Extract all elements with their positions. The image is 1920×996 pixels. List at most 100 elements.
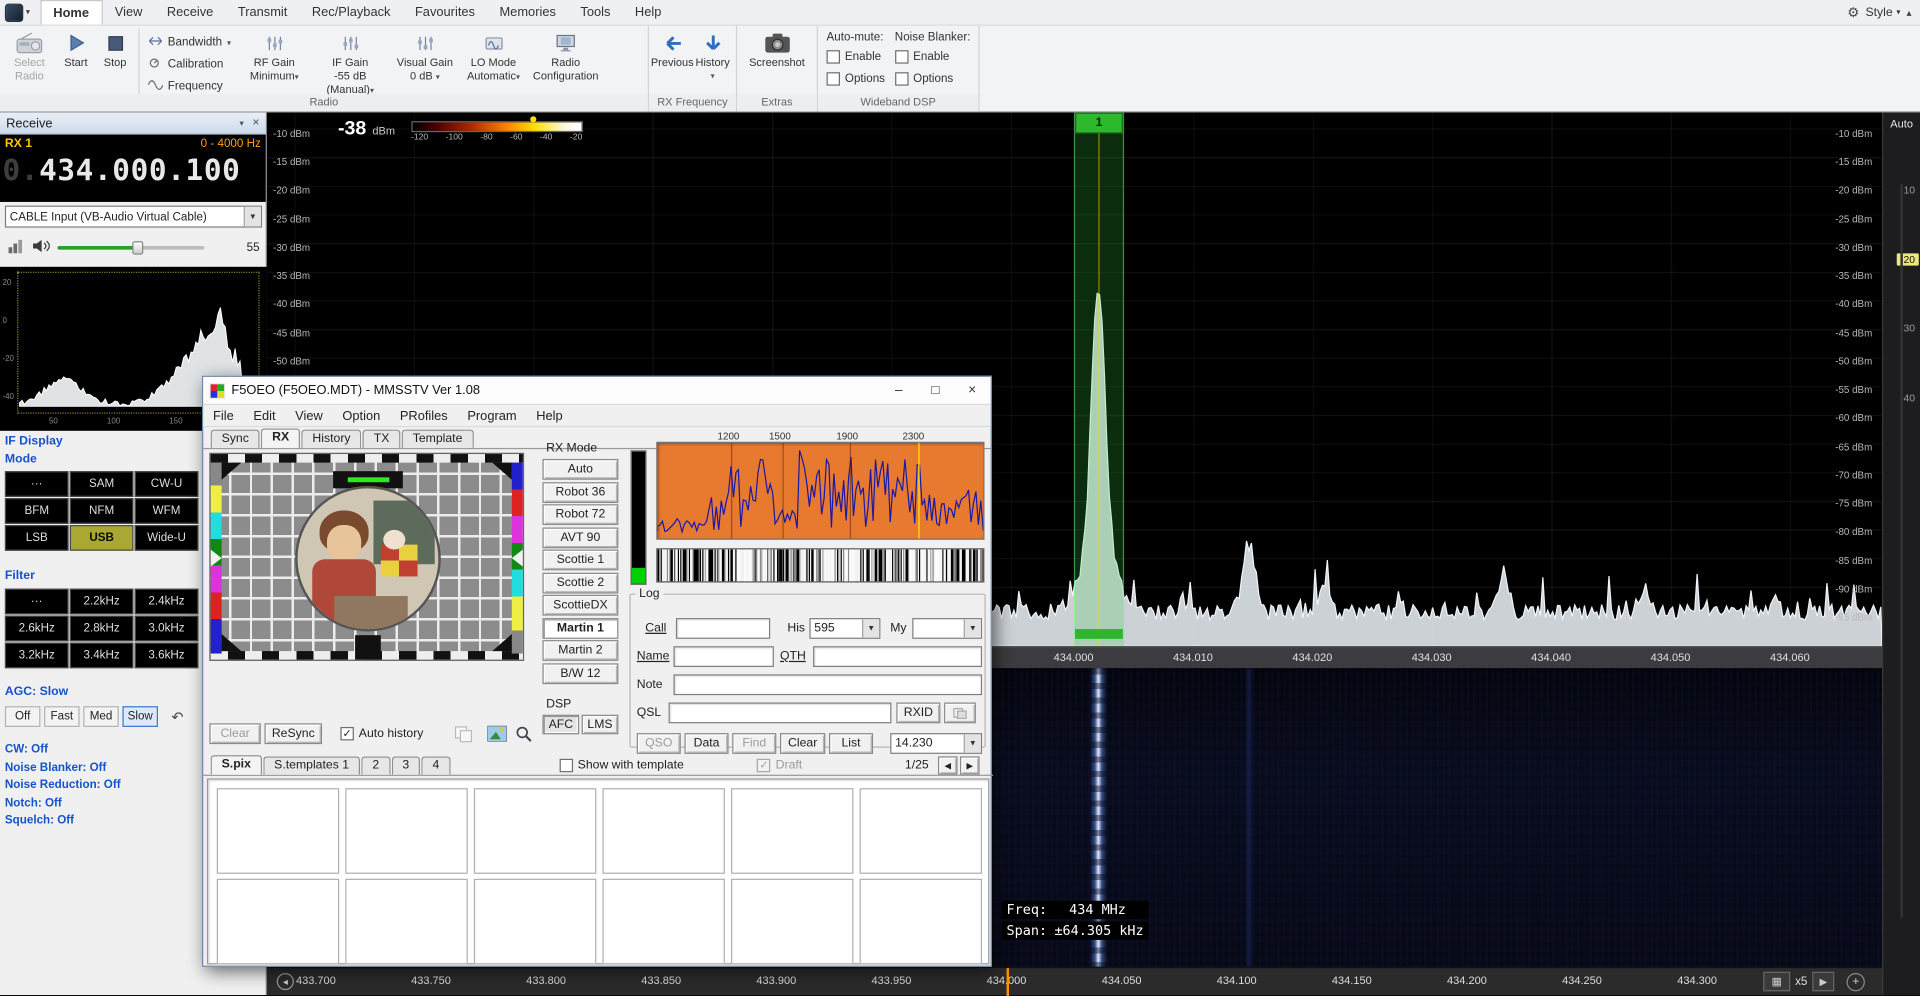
dsp-status-line[interactable]: Notch: Off: [5, 795, 121, 813]
stored-picture-slot[interactable]: [860, 879, 982, 965]
dsp-status-line[interactable]: Noise Reduction: Off: [5, 777, 121, 795]
call-input[interactable]: [676, 618, 770, 639]
qth-label[interactable]: QTH: [780, 650, 806, 663]
filter-button[interactable]: 3.4kHz: [70, 643, 134, 669]
copy-icon[interactable]: [454, 726, 474, 747]
app-menu-arrow-icon[interactable]: ▾: [23, 0, 32, 24]
start-button[interactable]: Start: [56, 27, 95, 69]
mmsstv-tab[interactable]: History: [301, 430, 361, 448]
draft-checkbox[interactable]: Draft: [757, 759, 802, 775]
visual-gain-button[interactable]: Visual Gain 0 dB ▾: [391, 27, 460, 83]
mode-button[interactable]: USB: [70, 525, 134, 551]
rx-mode-button[interactable]: Scottie 2: [542, 572, 618, 593]
menu-tab[interactable]: Memories: [487, 0, 568, 24]
afc-toggle-button[interactable]: AFC: [542, 715, 579, 735]
lo-mode-button[interactable]: LO Mode Automatic▾: [459, 27, 528, 83]
note-input[interactable]: [673, 674, 982, 695]
qsl-input[interactable]: [669, 702, 892, 723]
frequency-display[interactable]: RX 1 0 - 4000 Hz 0.434.000.100: [0, 135, 266, 202]
agc-button[interactable]: Off: [5, 706, 41, 727]
template-tab[interactable]: S.pix: [211, 755, 262, 775]
filter-button[interactable]: 3.2kHz: [5, 643, 69, 669]
speaker-icon[interactable]: [32, 238, 50, 256]
rx-mode-button[interactable]: Robot 36: [542, 482, 618, 503]
auto-mute-enable-checkbox[interactable]: Enable: [827, 48, 885, 66]
picture-icon[interactable]: [487, 726, 507, 746]
frequency-button[interactable]: Frequency: [148, 77, 234, 95]
ruler-recenter-button[interactable]: +: [1847, 972, 1865, 990]
auto-mute-options-checkbox[interactable]: Options: [827, 70, 885, 88]
rf-gain-button[interactable]: RF Gain Minimum▾: [239, 27, 310, 83]
filter-button[interactable]: 2.4kHz: [135, 589, 199, 615]
mmsstv-menu-item[interactable]: View: [285, 408, 332, 423]
noise-blanker-options-checkbox[interactable]: Options: [895, 70, 971, 88]
if-gain-button[interactable]: IF Gain -55 dB (Manual)▾: [310, 27, 391, 96]
previous-frequency-button[interactable]: Previous: [651, 27, 693, 69]
agc-button[interactable]: Fast: [44, 706, 80, 727]
mode-button[interactable]: ···: [5, 471, 69, 497]
style-label[interactable]: Style: [1865, 6, 1892, 19]
dropdown-arrow-icon[interactable]: ▼: [964, 734, 981, 752]
mmsstv-tab[interactable]: TX: [363, 430, 401, 448]
range-auto-label[interactable]: Auto: [1883, 113, 1920, 130]
rx-mode-button[interactable]: ScottieDX: [542, 595, 618, 616]
mmsstv-title-bar[interactable]: F5OEO (F5OEO.MDT) - MMSSTV Ver 1.08 – □ …: [203, 377, 990, 405]
rx-mode-button[interactable]: AVT 90: [542, 527, 618, 548]
ruler-scroll-right-button[interactable]: ▶: [1812, 972, 1834, 992]
filter-button[interactable]: 2.6kHz: [5, 616, 69, 642]
calibration-button[interactable]: Calibration: [148, 55, 234, 73]
audio-device-select[interactable]: CABLE Input (VB-Audio Virtual Cable) ▼: [5, 206, 262, 228]
my-select[interactable]: ▼: [912, 618, 982, 639]
filter-button[interactable]: ···: [5, 589, 69, 615]
stored-picture-slot[interactable]: [345, 879, 467, 965]
rx-mode-button[interactable]: B/W 12: [542, 663, 618, 684]
app-menu-button[interactable]: [5, 4, 23, 22]
radio-configuration-button[interactable]: Radio Configuration: [528, 27, 604, 83]
volume-slider[interactable]: [58, 240, 205, 255]
stored-picture-slot[interactable]: [602, 788, 724, 874]
noise-blanker-enable-checkbox[interactable]: Enable: [895, 48, 971, 66]
select-radio-button[interactable]: Select Radio: [2, 27, 56, 83]
mode-button[interactable]: SAM: [70, 471, 134, 497]
find-button[interactable]: Find: [732, 733, 776, 754]
undo-icon[interactable]: ↶: [171, 708, 183, 725]
magnifier-icon[interactable]: [516, 726, 533, 747]
stored-picture-slot[interactable]: [217, 788, 339, 874]
sstv-spectrum-panel[interactable]: [656, 442, 984, 540]
frequency-digits[interactable]: 434.000.100: [39, 153, 240, 187]
band-overview-ruler[interactable]: ◂ 433.700433.750433.800433.850433.900433…: [267, 967, 1882, 995]
mode-button[interactable]: BFM: [5, 498, 69, 524]
template-tab[interactable]: 4: [421, 756, 450, 774]
audio-levels-icon[interactable]: [7, 238, 24, 256]
menu-tab[interactable]: Home: [40, 0, 103, 24]
menu-tab[interactable]: Help: [623, 0, 674, 24]
mmsstv-menu-item[interactable]: Option: [333, 408, 390, 423]
mmsstv-menu-item[interactable]: Help: [526, 408, 572, 423]
menu-tab[interactable]: Receive: [155, 0, 226, 24]
rx-mode-button[interactable]: Scottie 1: [542, 550, 618, 571]
signal-colour-scale[interactable]: [411, 121, 582, 132]
data-button[interactable]: Data: [684, 733, 728, 754]
mmsstv-menu-item[interactable]: Edit: [244, 408, 286, 423]
stored-picture-slot[interactable]: [217, 879, 339, 965]
agc-button[interactable]: Slow: [122, 706, 158, 727]
mmsstv-tab[interactable]: RX: [261, 428, 300, 448]
rx-mode-button[interactable]: Martin 2: [542, 640, 618, 661]
mode-button[interactable]: CW-U: [135, 471, 199, 497]
dsp-status-line[interactable]: Noise Blanker: Off: [5, 759, 121, 777]
template-tab[interactable]: S.templates 1: [263, 756, 360, 774]
mmsstv-tab[interactable]: Template: [402, 430, 474, 448]
menu-tab[interactable]: Rec/Playback: [300, 0, 403, 24]
volume-slider-thumb[interactable]: [132, 241, 143, 254]
frequency-history-button[interactable]: History ▾: [693, 27, 732, 82]
filter-button[interactable]: 3.0kHz: [135, 616, 199, 642]
dropdown-arrow-icon[interactable]: ▼: [862, 619, 879, 637]
minimize-button[interactable]: –: [880, 377, 917, 404]
menu-tab[interactable]: Transmit: [226, 0, 300, 24]
his-select[interactable]: 595▼: [809, 618, 880, 639]
ribbon-collapse-icon[interactable]: ▴: [1904, 7, 1914, 18]
mode-button[interactable]: LSB: [5, 525, 69, 551]
settings-gear-icon[interactable]: ⚙: [1845, 4, 1862, 20]
stored-picture-slot[interactable]: [602, 879, 724, 965]
screenshot-button[interactable]: Screenshot: [744, 27, 810, 69]
